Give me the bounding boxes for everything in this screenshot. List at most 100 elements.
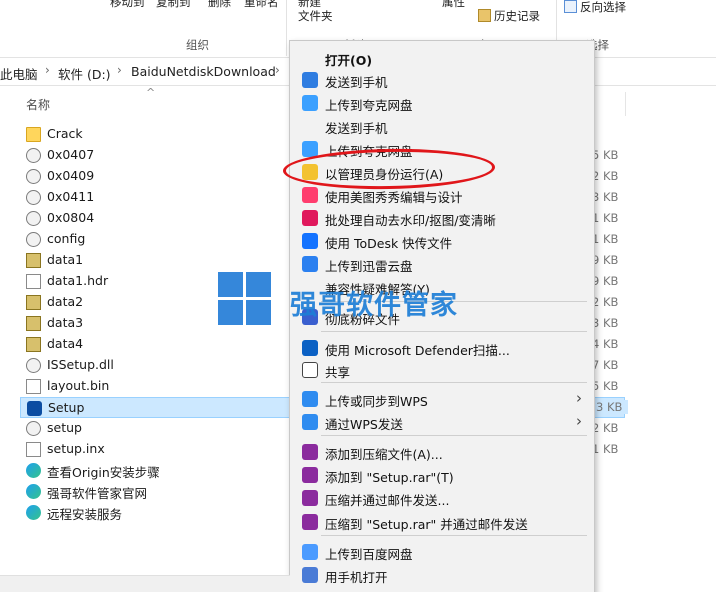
- rename-button[interactable]: 重命名: [244, 0, 279, 10]
- file-size: 3 KB: [592, 316, 619, 330]
- new-folder-button[interactable]: 文件夹: [298, 8, 333, 24]
- invert-selection-button[interactable]: 反向选择: [564, 0, 626, 15]
- menu-item[interactable]: 使用 Microsoft Defender扫描...: [291, 337, 594, 359]
- file-size: 9 KB: [592, 253, 619, 267]
- invert-selection-icon: [564, 0, 577, 13]
- quark-cloud-icon: [302, 95, 318, 111]
- file-name: setup.inx: [47, 441, 105, 456]
- menu-item[interactable]: 压缩并通过邮件发送...: [291, 487, 594, 509]
- menu-item[interactable]: 共享: [291, 359, 594, 381]
- menu-item-label: 上传到百度网盘: [325, 547, 413, 562]
- menu-item[interactable]: 使用 ToDesk 快传文件: [291, 230, 594, 252]
- file-name: data2: [47, 294, 84, 309]
- column-separator[interactable]: [625, 92, 626, 116]
- history-label: 历史记录: [494, 9, 540, 23]
- winrar-icon: [302, 490, 318, 506]
- menu-item[interactable]: 上传到夸克网盘: [291, 92, 594, 114]
- watermark-text: 强哥软件管家: [290, 290, 458, 321]
- menu-item[interactable]: 上传或同步到WPS ›: [291, 388, 594, 410]
- menu-separator: [321, 435, 587, 436]
- ribbon-divider: [286, 0, 287, 56]
- file-name: 远程安装服务: [47, 507, 123, 522]
- file-name: ISSetup.dll: [47, 357, 114, 372]
- file-name: 0x0804: [47, 210, 95, 225]
- properties-button[interactable]: 属性: [442, 0, 465, 10]
- menu-item-label: 压缩并通过邮件发送...: [325, 493, 450, 508]
- breadcrumb-drive[interactable]: 软件 (D:): [58, 64, 111, 83]
- menu-separator: [321, 331, 587, 332]
- baidu-cloud-icon: [302, 544, 318, 560]
- menu-item[interactable]: 添加到压缩文件(A)...: [291, 441, 594, 463]
- menu-item[interactable]: 发送到手机: [291, 69, 594, 91]
- file-icon: [26, 379, 41, 394]
- file-size: 3 KB: [592, 400, 629, 414]
- move-to-button[interactable]: 移动到: [110, 0, 145, 10]
- file-name: Setup: [48, 400, 85, 415]
- file-name: data4: [47, 336, 84, 351]
- menu-item-label: 使用美图秀秀编辑与设计: [325, 190, 463, 205]
- breadcrumb-folder[interactable]: BaiduNetdiskDownload: [131, 64, 276, 79]
- file-name: 强哥软件管家官网: [47, 486, 148, 501]
- winrar-icon: [302, 514, 318, 530]
- edge-icon: [26, 505, 41, 520]
- file-size: 2 KB: [592, 169, 619, 183]
- file-name: Crack: [47, 126, 83, 141]
- phone-open-icon: [302, 567, 318, 583]
- cabinet-icon: [26, 253, 41, 268]
- dll-icon: [26, 358, 41, 373]
- menu-item-label: 添加到压缩文件(A)...: [325, 447, 443, 462]
- horizontal-scrollbar[interactable]: [0, 575, 290, 592]
- menu-item[interactable]: 发送到手机: [291, 115, 594, 137]
- file-name: 0x0409: [47, 168, 95, 183]
- history-button[interactable]: 历史记录: [478, 8, 540, 24]
- menu-item[interactable]: 打开(O): [291, 47, 594, 69]
- menu-item[interactable]: 上传到迅雷云盘: [291, 253, 594, 275]
- menu-item-label: 添加到 "Setup.rar"(T): [325, 470, 454, 485]
- submenu-arrow-icon: ›: [576, 389, 582, 407]
- meitu-icon: [302, 187, 318, 203]
- menu-item-label: 通过WPS发送: [325, 417, 403, 432]
- defender-icon: [302, 340, 318, 356]
- history-icon: [478, 9, 491, 22]
- settings-file-icon: [26, 232, 41, 247]
- menu-item-label: 发送到手机: [325, 121, 388, 136]
- file-size: 5 KB: [592, 379, 619, 393]
- file-size: 1 KB: [592, 211, 619, 225]
- menu-item-label: 上传到迅雷云盘: [325, 259, 413, 274]
- settings-file-icon: [26, 190, 41, 205]
- delete-button[interactable]: 删除: [208, 0, 231, 10]
- menu-item[interactable]: 批处理自动去水印/抠图/变清晰: [291, 207, 594, 229]
- file-size: 7 KB: [592, 358, 619, 372]
- wps-send-icon: [302, 414, 318, 430]
- menu-item[interactable]: 添加到 "Setup.rar"(T): [291, 464, 594, 486]
- explorer-window: { "ribbon": { "top_items": ["移动到", "复制到"…: [0, 0, 716, 592]
- submenu-arrow-icon: ›: [576, 412, 582, 430]
- menu-item-label: 上传到夸克网盘: [325, 98, 413, 113]
- menu-item-label: 批处理自动去水印/抠图/变清晰: [325, 213, 496, 228]
- menu-item[interactable]: 用手机打开: [291, 564, 594, 586]
- column-name-header[interactable]: 名称: [26, 96, 50, 113]
- menu-item[interactable]: 通过WPS发送 ›: [291, 411, 594, 433]
- menu-item-label: 压缩到 "Setup.rar" 并通过邮件发送: [325, 517, 528, 532]
- menu-item-label: 打开(O): [325, 53, 373, 68]
- menu-item[interactable]: 压缩到 "Setup.rar" 并通过邮件发送: [291, 511, 594, 533]
- menu-item-label: 使用 Microsoft Defender扫描...: [325, 343, 510, 358]
- file-name: config: [47, 231, 86, 246]
- cabinet-icon: [26, 295, 41, 310]
- menu-item[interactable]: 上传到百度网盘: [291, 541, 594, 563]
- breadcrumb-this-pc[interactable]: 此电脑: [0, 64, 38, 83]
- setup-app-icon: [27, 401, 42, 416]
- file-icon: [26, 274, 41, 289]
- file-name: 0x0407: [47, 147, 95, 162]
- folder-icon: [26, 127, 41, 142]
- windows-logo-watermark: [218, 272, 272, 326]
- file-size: 3 KB: [592, 190, 619, 204]
- copy-to-button[interactable]: 复制到: [156, 0, 191, 10]
- group-organize-label: 组织: [186, 38, 209, 52]
- xunlei-icon: [302, 256, 318, 272]
- file-size: 5 KB: [592, 148, 619, 162]
- menu-separator: [321, 382, 587, 383]
- todesk-icon: [302, 233, 318, 249]
- settings-file-icon: [26, 148, 41, 163]
- winrar-icon: [302, 467, 318, 483]
